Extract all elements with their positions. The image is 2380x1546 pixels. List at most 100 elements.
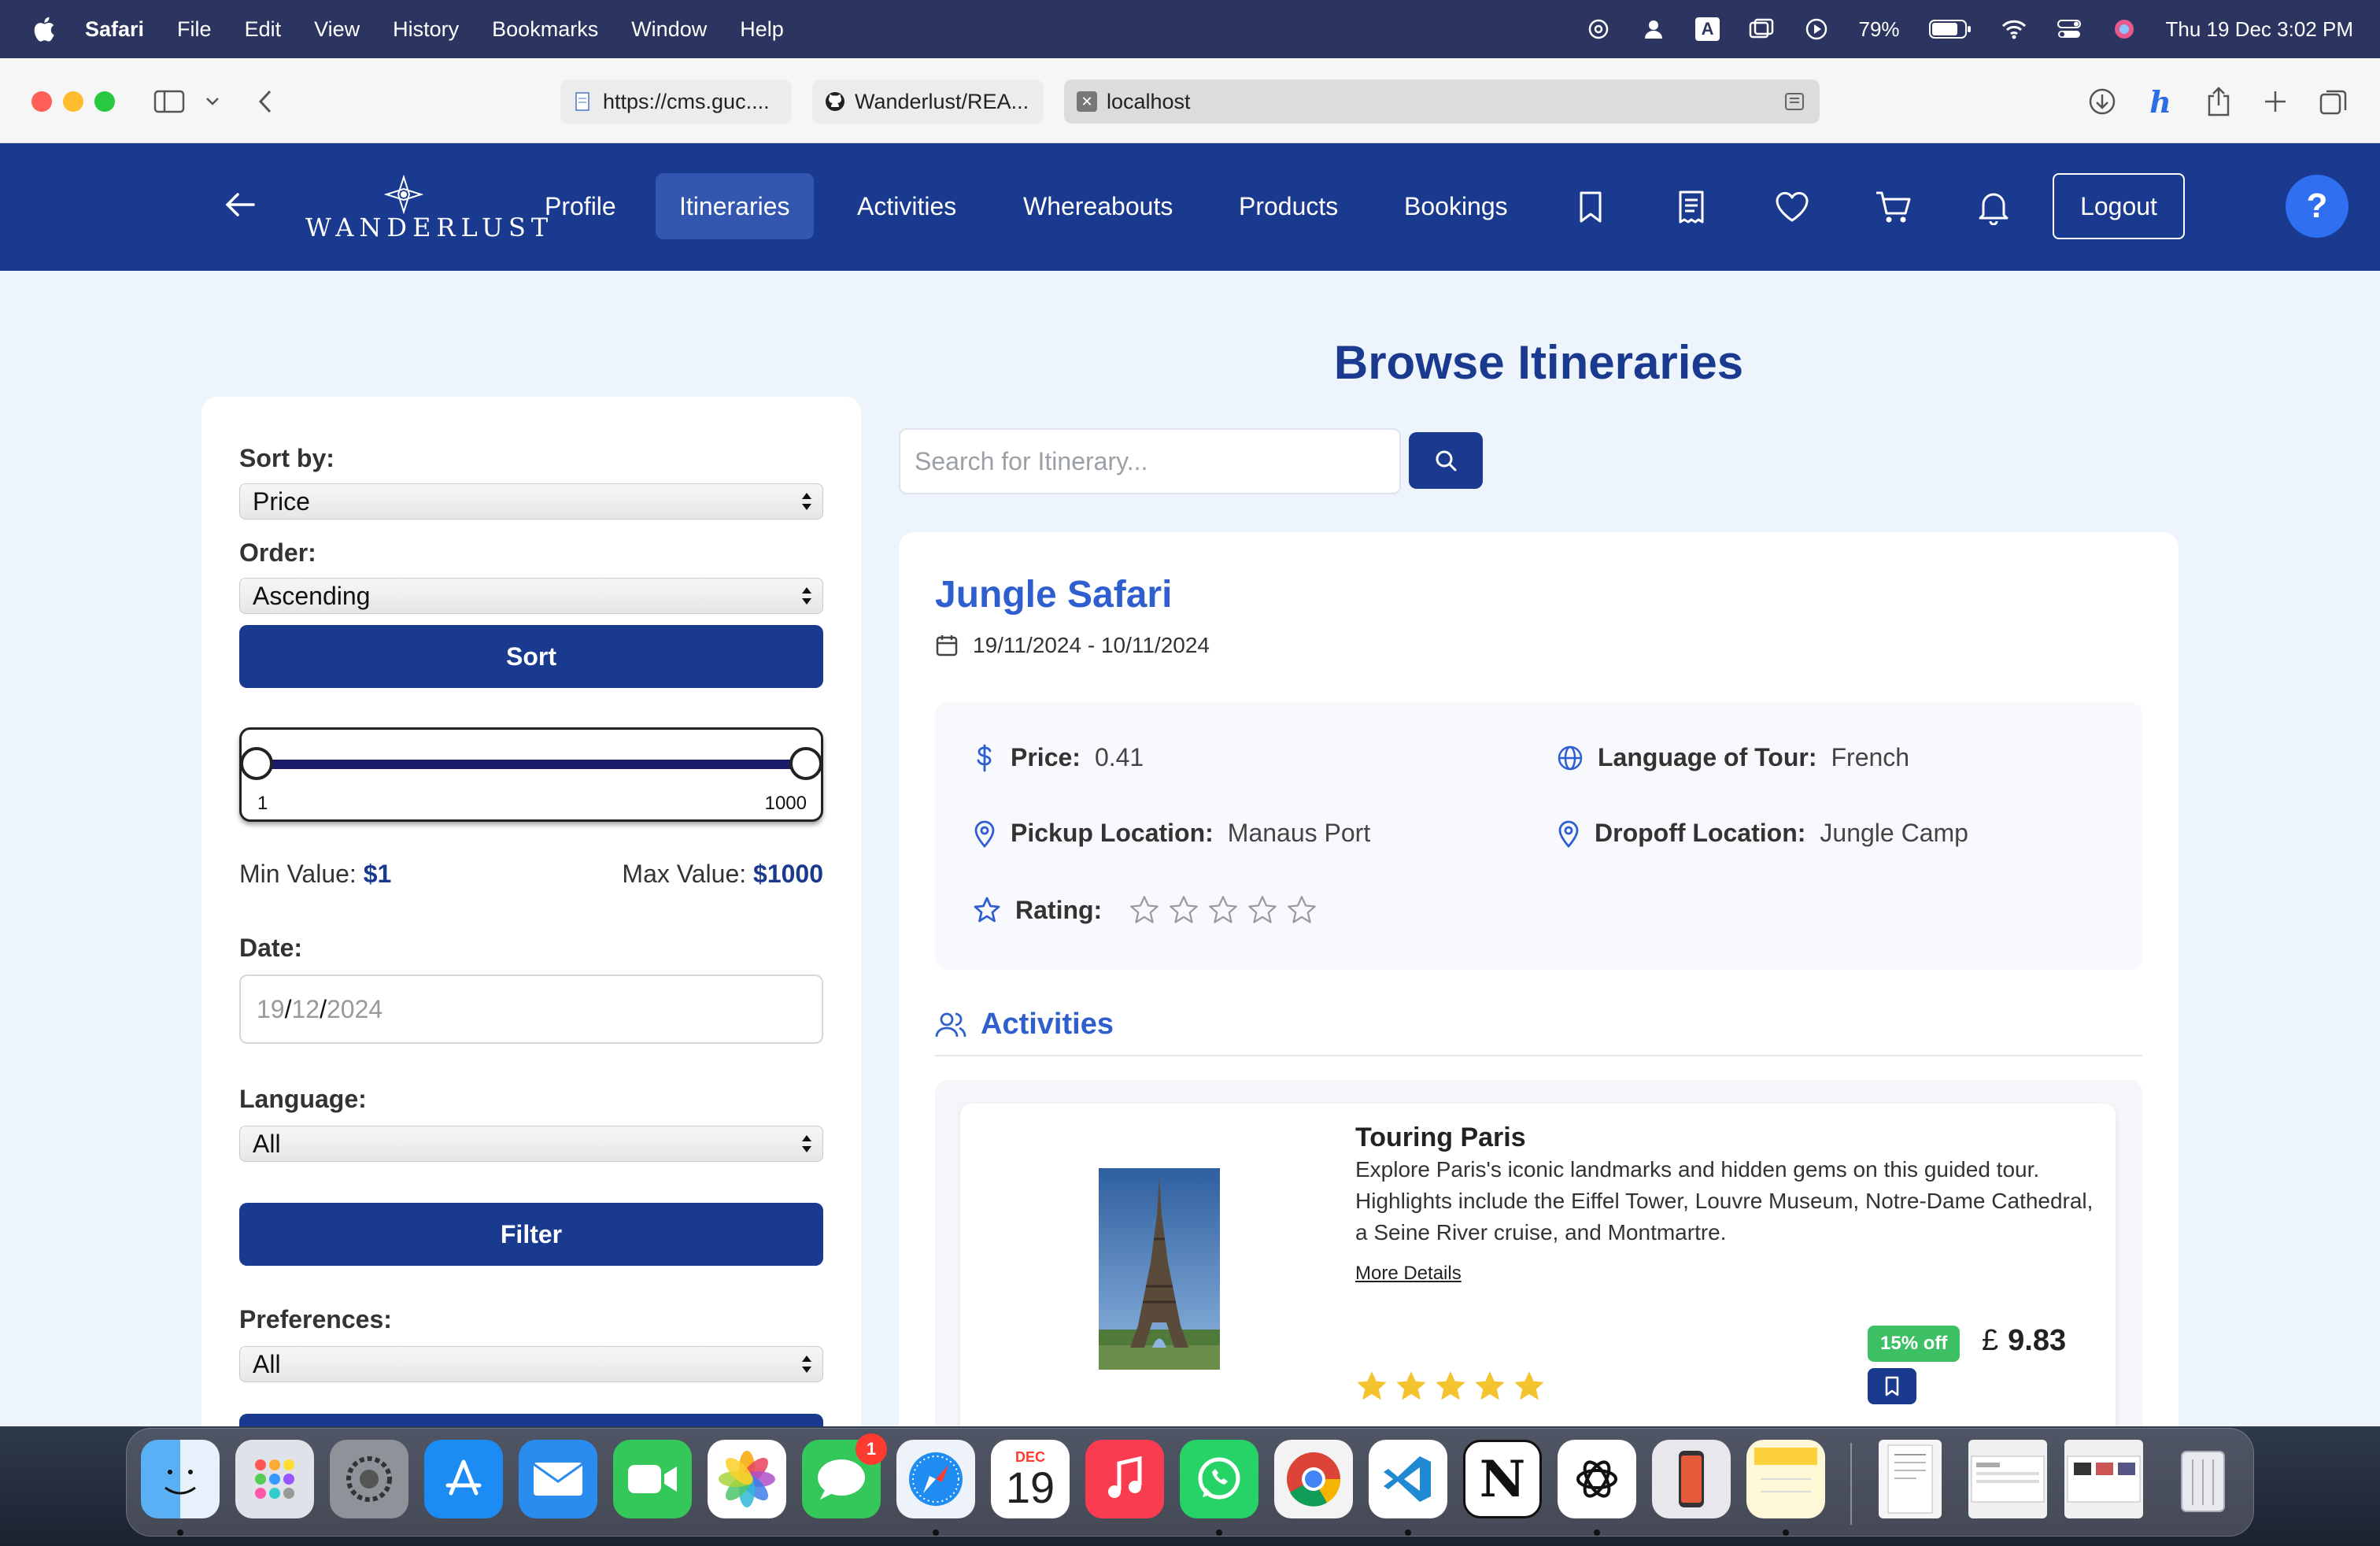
window-minimize-button[interactable] bbox=[63, 91, 83, 112]
sort-by-select[interactable]: Price bbox=[239, 483, 823, 520]
new-tab-icon[interactable] bbox=[2257, 83, 2293, 120]
bookmark-activity-button[interactable] bbox=[1868, 1368, 1916, 1404]
star-filled-icon bbox=[1436, 1371, 1465, 1400]
itinerary-rating-stars[interactable] bbox=[1129, 894, 1318, 926]
recent-media-thumbnail[interactable] bbox=[2064, 1440, 2143, 1518]
nav-itineraries[interactable]: Itineraries bbox=[656, 173, 814, 239]
language-select[interactable]: All bbox=[239, 1126, 823, 1162]
nav-bookings[interactable]: Bookings bbox=[1380, 173, 1532, 239]
wanderlust-logo[interactable]: WANDERLUST bbox=[305, 175, 548, 246]
nav-products[interactable]: Products bbox=[1215, 173, 1362, 239]
search-button[interactable] bbox=[1409, 432, 1483, 489]
window-close-button[interactable] bbox=[31, 91, 52, 112]
calendar-app-icon[interactable]: DEC 19 bbox=[991, 1440, 1070, 1518]
range-track[interactable] bbox=[256, 760, 807, 769]
preferences-select[interactable]: All bbox=[239, 1346, 823, 1382]
filter-button[interactable]: Filter bbox=[239, 1203, 823, 1266]
help-button[interactable]: ? bbox=[2286, 175, 2349, 238]
battery-icon[interactable] bbox=[1928, 16, 1972, 43]
browser-tab-localhost[interactable]: ✕ localhost bbox=[1064, 80, 1820, 124]
notes-app-icon[interactable] bbox=[1746, 1440, 1825, 1518]
menu-bookmarks[interactable]: Bookmarks bbox=[492, 17, 598, 42]
pdf-document-thumbnail[interactable] bbox=[1879, 1440, 1942, 1518]
safari-app-icon[interactable] bbox=[896, 1440, 975, 1518]
nav-activities[interactable]: Activities bbox=[833, 173, 980, 239]
heart-icon[interactable] bbox=[1774, 189, 1810, 225]
launchpad-app-icon[interactable] bbox=[235, 1440, 314, 1518]
trash-icon[interactable] bbox=[2164, 1440, 2242, 1518]
nav-profile[interactable]: Profile bbox=[521, 173, 640, 239]
photos-app-icon[interactable] bbox=[708, 1440, 786, 1518]
download-icon[interactable] bbox=[2084, 83, 2120, 120]
system-settings-app-icon[interactable] bbox=[330, 1440, 408, 1518]
range-max-thumb[interactable] bbox=[789, 747, 822, 780]
chatgpt-app-icon[interactable] bbox=[1558, 1440, 1636, 1518]
notion-app-icon[interactable]: N bbox=[1463, 1440, 1542, 1518]
activity-title[interactable]: Touring Paris bbox=[1355, 1123, 1526, 1153]
browser-tab-github[interactable]: Wanderlust/REA... bbox=[812, 80, 1044, 124]
screen-mirroring-icon[interactable] bbox=[1748, 16, 1775, 43]
sidebar-toggle-icon[interactable] bbox=[151, 83, 187, 120]
vscode-app-icon[interactable] bbox=[1369, 1440, 1447, 1518]
extension-icon[interactable]: ℎ bbox=[2142, 83, 2179, 120]
star-outline-icon[interactable] bbox=[1168, 894, 1199, 926]
app-store-app-icon[interactable] bbox=[424, 1440, 503, 1518]
mail-app-icon[interactable] bbox=[519, 1440, 597, 1518]
now-playing-icon[interactable] bbox=[1803, 16, 1830, 43]
menu-window[interactable]: Window bbox=[631, 17, 707, 42]
itinerary-title[interactable]: Jungle Safari bbox=[935, 573, 1172, 616]
order-select[interactable]: Ascending bbox=[239, 578, 823, 614]
share-icon[interactable] bbox=[2201, 83, 2237, 120]
control-center-icon[interactable] bbox=[2056, 16, 2082, 43]
wifi-icon[interactable] bbox=[2001, 16, 2027, 43]
whatsapp-app-icon[interactable] bbox=[1180, 1440, 1258, 1518]
bookmark-icon[interactable] bbox=[1572, 189, 1609, 225]
range-min-thumb[interactable] bbox=[240, 747, 273, 780]
star-outline-icon[interactable] bbox=[1207, 894, 1239, 926]
more-details-link[interactable]: More Details bbox=[1355, 1263, 1462, 1285]
chatgpt-status-icon[interactable] bbox=[1585, 16, 1612, 43]
music-app-icon[interactable] bbox=[1085, 1440, 1164, 1518]
chrome-app-icon[interactable] bbox=[1274, 1440, 1353, 1518]
activities-section-header: Activities bbox=[935, 1008, 1114, 1041]
logout-button[interactable]: Logout bbox=[2053, 173, 2185, 239]
star-outline-icon bbox=[974, 897, 1000, 923]
menu-help[interactable]: Help bbox=[740, 17, 784, 42]
price-range-slider[interactable]: 1 1000 bbox=[239, 727, 823, 822]
iphone-mirroring-app-icon[interactable] bbox=[1652, 1440, 1731, 1518]
sort-button[interactable]: Sort bbox=[239, 625, 823, 688]
close-icon[interactable]: ✕ bbox=[1077, 91, 1097, 112]
back-arrow-icon[interactable] bbox=[222, 187, 258, 223]
menu-history[interactable]: History bbox=[393, 17, 459, 42]
bell-icon[interactable] bbox=[1975, 189, 2012, 226]
messages-app-icon[interactable]: 1 bbox=[802, 1433, 887, 1518]
window-zoom-button[interactable] bbox=[94, 91, 115, 112]
user-status-icon[interactable] bbox=[1640, 16, 1667, 43]
input-source-indicator[interactable]: A bbox=[1694, 17, 1720, 41]
browser-tab-cms[interactable]: https://cms.guc.... bbox=[560, 80, 792, 124]
preferences-label: Preferences: bbox=[239, 1305, 392, 1333]
star-outline-icon[interactable] bbox=[1286, 894, 1318, 926]
nav-whereabouts[interactable]: Whereabouts bbox=[1000, 173, 1196, 239]
date-input[interactable]: 19/12/2024 bbox=[239, 975, 823, 1044]
menu-edit[interactable]: Edit bbox=[245, 17, 282, 42]
menu-file[interactable]: File bbox=[177, 17, 212, 42]
star-outline-icon[interactable] bbox=[1129, 894, 1160, 926]
preferences-filter-button[interactable] bbox=[239, 1414, 823, 1426]
chevron-down-icon[interactable] bbox=[194, 83, 231, 120]
siri-icon[interactable] bbox=[2111, 16, 2138, 43]
cart-icon[interactable] bbox=[1875, 189, 1911, 225]
receipt-icon[interactable] bbox=[1673, 189, 1709, 225]
star-outline-icon[interactable] bbox=[1247, 894, 1278, 926]
finder-app-icon[interactable] bbox=[141, 1440, 220, 1518]
facetime-app-icon[interactable] bbox=[613, 1440, 692, 1518]
back-icon[interactable] bbox=[247, 83, 283, 120]
recent-document-thumbnail[interactable] bbox=[1968, 1440, 2047, 1518]
clock[interactable]: Thu 19 Dec 3:02 PM bbox=[2166, 17, 2353, 42]
menu-view[interactable]: View bbox=[314, 17, 360, 42]
menu-safari[interactable]: Safari bbox=[85, 17, 144, 42]
reader-icon[interactable] bbox=[1783, 91, 1805, 118]
itinerary-search-input[interactable]: Search for Itinerary... bbox=[899, 428, 1401, 494]
tab-overview-icon[interactable] bbox=[2315, 83, 2352, 120]
apple-logo-icon[interactable] bbox=[30, 15, 57, 43]
